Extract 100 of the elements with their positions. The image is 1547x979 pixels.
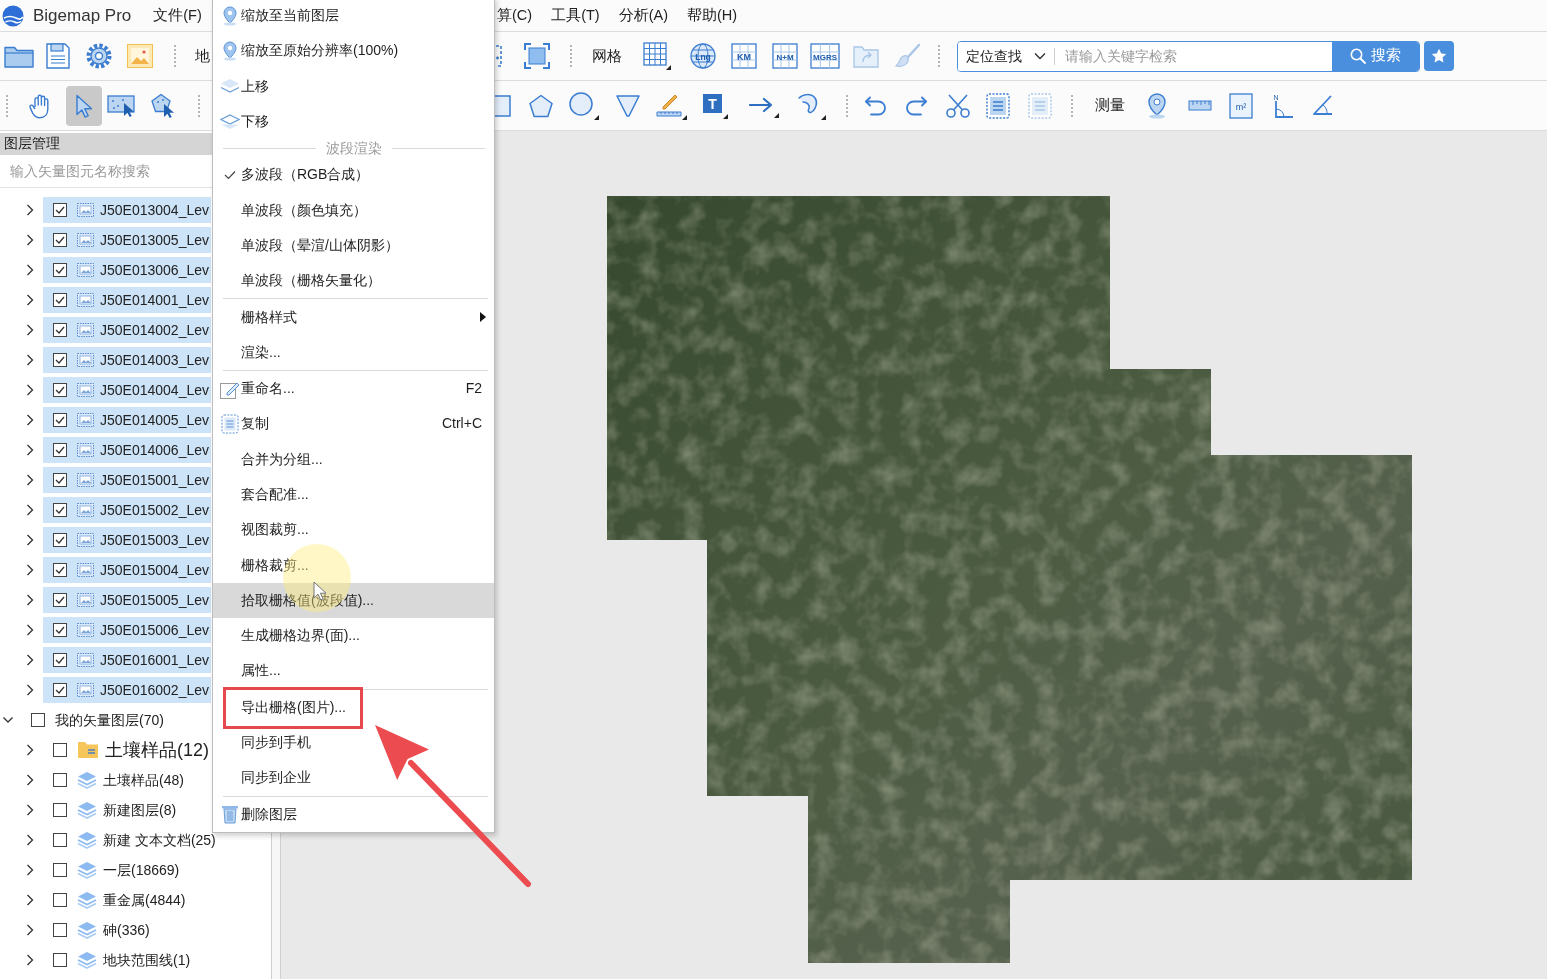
menu-item[interactable]: 文件(F) xyxy=(153,4,202,27)
checkbox[interactable] xyxy=(53,893,67,907)
layer-item[interactable]: 我的矢量图层(70) xyxy=(21,707,168,733)
checkbox[interactable] xyxy=(53,413,67,427)
menu-item[interactable]: 算(C) xyxy=(497,4,533,27)
checkbox[interactable] xyxy=(53,503,67,517)
layer-item[interactable]: J50E015003_Lev xyxy=(43,527,211,553)
menu-item[interactable]: 工具(T) xyxy=(551,4,600,27)
layer-item[interactable]: 新建图层(8) xyxy=(43,797,181,823)
grid-icon[interactable] xyxy=(643,42,671,70)
checkbox[interactable] xyxy=(53,953,67,967)
checkbox[interactable] xyxy=(53,923,67,937)
checkbox[interactable] xyxy=(53,773,67,787)
checkbox[interactable] xyxy=(53,323,67,337)
angle-measure-icon[interactable] xyxy=(1311,93,1333,118)
menu-item[interactable]: 单波段（栅格矢量化） xyxy=(213,263,494,299)
checkbox[interactable] xyxy=(53,473,67,487)
ruler-icon[interactable] xyxy=(1188,99,1212,112)
circle-icon[interactable] xyxy=(569,91,599,120)
checkbox[interactable] xyxy=(53,233,67,247)
favorites-button[interactable] xyxy=(1424,41,1454,71)
layer-item[interactable]: 一层(18669) xyxy=(43,857,184,883)
layer-item[interactable]: 砷(336) xyxy=(43,917,154,943)
checkbox[interactable] xyxy=(53,743,67,757)
layer-item[interactable]: J50E013006_Lev xyxy=(43,257,211,283)
layer-item[interactable]: J50E014003_Lev xyxy=(43,347,211,373)
menu-item[interactable]: 视图裁剪... xyxy=(213,512,494,548)
menu-item[interactable]: 栅格裁剪... xyxy=(213,547,494,583)
layer-item[interactable]: J50E014005_Lev xyxy=(43,407,211,433)
menu-item[interactable]: 导出栅格(图片)... xyxy=(213,689,494,725)
gear-icon[interactable] xyxy=(86,43,112,69)
menu-item[interactable]: 生成栅格边界(面)... xyxy=(213,618,494,654)
menu-item[interactable]: 单波段（晕渲/山体阴影） xyxy=(213,227,494,264)
checkbox[interactable] xyxy=(53,593,67,607)
menu-item[interactable]: 上移 xyxy=(213,68,494,104)
checkbox[interactable] xyxy=(53,563,67,577)
checkbox[interactable] xyxy=(53,653,67,667)
layer-item[interactable]: 土壤样品(48) xyxy=(43,767,188,793)
checkbox[interactable] xyxy=(53,383,67,397)
redo-icon[interactable] xyxy=(904,94,928,117)
curve-icon[interactable] xyxy=(796,91,826,120)
area-icon[interactable]: m² xyxy=(1229,92,1253,119)
layer-item[interactable]: J50E016002_Lev xyxy=(43,677,211,703)
select-tool[interactable] xyxy=(66,85,102,126)
menu-item[interactable]: 套合配准... xyxy=(213,476,494,513)
bracket-icon[interactable] xyxy=(495,45,503,67)
menu-item[interactable]: 渲染... xyxy=(213,334,494,370)
menu-item[interactable]: 重命名... F2 xyxy=(213,370,494,407)
checkbox[interactable] xyxy=(53,863,67,877)
menu-item[interactable]: 同步到企业 xyxy=(213,760,494,796)
menu-item[interactable]: 属性... xyxy=(213,653,494,689)
checkbox[interactable] xyxy=(53,623,67,637)
frame-select-icon[interactable] xyxy=(524,43,550,69)
layer-item[interactable]: J50E016001_Lev xyxy=(43,647,211,673)
menu-item[interactable]: 分析(A) xyxy=(618,4,668,27)
layer-item[interactable]: J50E015002_Lev xyxy=(43,497,211,523)
layer-item[interactable]: J50E014004_Lev xyxy=(43,377,211,403)
grid-icon[interactable]: MGRS xyxy=(810,43,840,69)
checkbox[interactable] xyxy=(53,533,67,547)
scissors-icon[interactable] xyxy=(945,92,971,119)
menu-item[interactable]: 合并为分组... xyxy=(213,441,494,477)
folder-icon[interactable] xyxy=(4,44,34,68)
menu-item[interactable]: 缩放至当前图层 xyxy=(213,0,494,34)
checkbox[interactable] xyxy=(53,833,67,847)
checkbox[interactable] xyxy=(53,203,67,217)
layer-item[interactable]: J50E014006_Lev xyxy=(43,437,211,463)
checkbox[interactable] xyxy=(53,683,67,697)
layer-item[interactable]: J50E013005_Lev xyxy=(43,227,211,253)
document-icon[interactable] xyxy=(986,92,1010,119)
layer-item[interactable]: J50E015006_Lev xyxy=(43,617,211,643)
layer-item[interactable]: 重金属(4844) xyxy=(43,887,190,913)
save-icon[interactable] xyxy=(46,43,70,69)
grid-icon[interactable]: KM xyxy=(731,43,757,69)
layer-item[interactable]: 土壤样品(12) xyxy=(43,737,213,763)
pentagon-icon[interactable] xyxy=(528,93,554,118)
menu-item[interactable]: 帮助(H) xyxy=(687,4,738,27)
menu-item[interactable]: 缩放至原始分辨率(100%) xyxy=(213,33,494,69)
triangle-icon[interactable] xyxy=(615,93,641,118)
checkbox[interactable] xyxy=(53,443,67,457)
layer-item[interactable]: J50E014002_Lev xyxy=(43,317,211,343)
search-bar[interactable]: 定位查找 请输入关键字检索 搜索 xyxy=(957,40,1420,72)
menu-item[interactable]: 单波段（颜色填充） xyxy=(213,192,494,228)
layer-item[interactable]: 地块范围线(1) xyxy=(43,947,195,973)
layer-item[interactable]: J50E015005_Lev xyxy=(43,587,211,613)
checkbox[interactable] xyxy=(53,263,67,277)
layer-item[interactable]: J50E015001_Lev xyxy=(43,467,211,493)
location-pin-icon[interactable] xyxy=(1146,92,1168,119)
menu-item[interactable]: 同步到手机 xyxy=(213,724,494,761)
layer-item[interactable]: J50E013004_Lev xyxy=(43,197,211,223)
checkbox[interactable] xyxy=(31,713,45,727)
globe-icon[interactable]: Lng xyxy=(690,43,716,69)
undo-icon[interactable] xyxy=(864,94,888,117)
checkbox[interactable] xyxy=(53,353,67,367)
menu-item[interactable]: 栅格样式 xyxy=(213,299,494,335)
checkbox[interactable] xyxy=(53,293,67,307)
layer-item[interactable]: J50E014001_Lev xyxy=(43,287,211,313)
checkbox[interactable] xyxy=(53,803,67,817)
grid-icon[interactable]: N+M xyxy=(772,43,798,69)
menu-item[interactable]: 复制 Ctrl+C xyxy=(213,406,494,442)
layer-item[interactable]: J50E015004_Lev xyxy=(43,557,211,583)
